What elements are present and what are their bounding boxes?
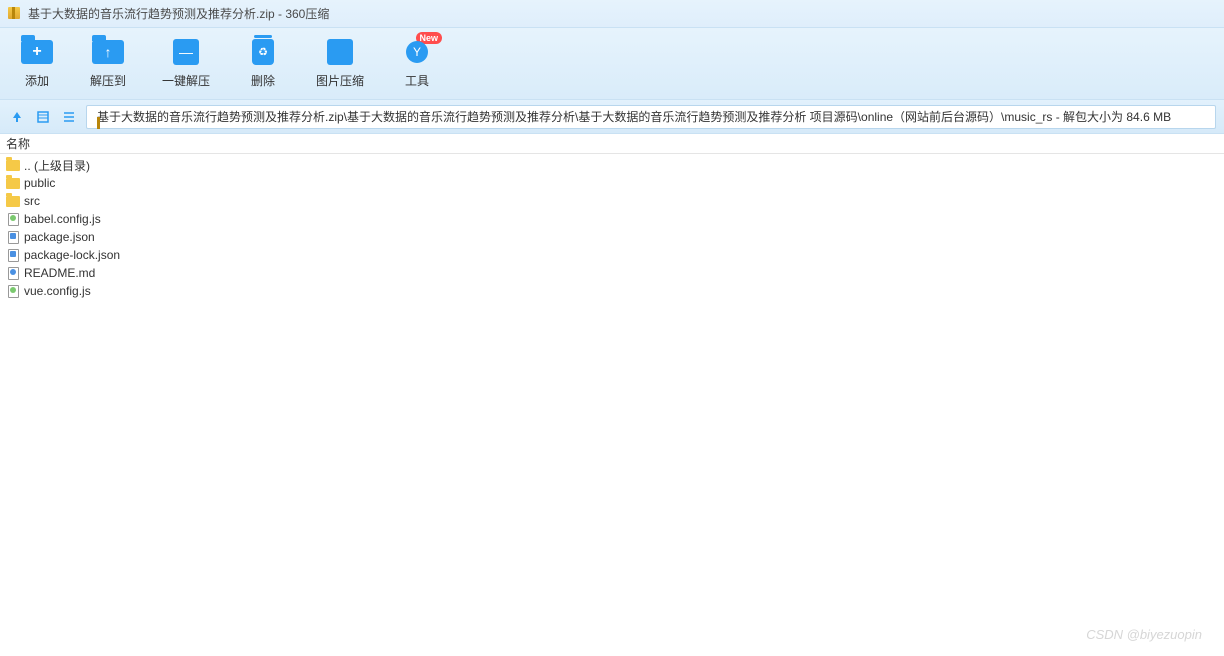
file-name: README.md (24, 266, 95, 280)
json-file-icon (6, 230, 20, 244)
watermark: CSDN @biyezuopin (1086, 627, 1202, 642)
add-icon: + (20, 38, 54, 66)
file-name: public (24, 176, 55, 190)
list-item[interactable]: public (0, 174, 1224, 192)
one-click-extract-button[interactable]: — 一键解压 (162, 38, 210, 89)
add-button[interactable]: + 添加 (20, 38, 54, 89)
tools-button[interactable]: New Y 工具 (400, 38, 434, 89)
list-item[interactable]: .. (上级目录) (0, 156, 1224, 174)
file-name: package.json (24, 230, 95, 244)
pathbar: 基于大数据的音乐流行趋势预测及推荐分析.zip\基于大数据的音乐流行趋势预测及推… (0, 100, 1224, 134)
window-title: 基于大数据的音乐流行趋势预测及推荐分析.zip - 360压缩 (28, 5, 329, 22)
one-click-icon: — (169, 38, 203, 66)
delete-icon: ♻ (246, 38, 280, 66)
image-compress-button[interactable]: 图片压缩 (316, 38, 364, 89)
list-item[interactable]: README.md (0, 264, 1224, 282)
path-input[interactable]: 基于大数据的音乐流行趋势预测及推荐分析.zip\基于大数据的音乐流行趋势预测及推… (86, 105, 1216, 129)
list-item[interactable]: package-lock.json (0, 246, 1224, 264)
extract-to-label: 解压到 (90, 72, 126, 89)
list-item[interactable]: vue.config.js (0, 282, 1224, 300)
column-header-row: 名称 (0, 134, 1224, 154)
file-name: .. (上级目录) (24, 157, 90, 174)
folder-icon (6, 158, 20, 172)
list-item[interactable]: package.json (0, 228, 1224, 246)
file-name: src (24, 194, 40, 208)
delete-label: 删除 (251, 72, 275, 89)
folder-icon (6, 176, 20, 190)
file-name: vue.config.js (24, 284, 91, 298)
add-label: 添加 (25, 72, 49, 89)
extract-to-icon: ↑ (91, 38, 125, 66)
view-list-button[interactable] (60, 108, 78, 126)
path-text: 基于大数据的音乐流行趋势预测及推荐分析.zip\基于大数据的音乐流行趋势预测及推… (97, 108, 1171, 125)
view-details-button[interactable] (34, 108, 52, 126)
js-file-icon (6, 212, 20, 226)
extract-to-button[interactable]: ↑ 解压到 (90, 38, 126, 89)
list-item[interactable]: babel.config.js (0, 210, 1224, 228)
file-name: package-lock.json (24, 248, 120, 262)
image-compress-label: 图片压缩 (316, 72, 364, 89)
archive-icon (8, 7, 22, 21)
file-list: .. (上级目录) public src babel.config.js pac… (0, 154, 1224, 302)
json-file-icon (6, 248, 20, 262)
folder-icon (6, 194, 20, 208)
column-name[interactable]: 名称 (6, 135, 30, 152)
toolbar: + 添加 ↑ 解压到 — 一键解压 ♻ 删除 图片压缩 New Y 工具 (0, 28, 1224, 100)
js-file-icon (6, 284, 20, 298)
nav-up-button[interactable] (8, 108, 26, 126)
image-compress-icon (323, 38, 357, 66)
file-name: babel.config.js (24, 212, 101, 226)
tools-label: 工具 (405, 72, 429, 89)
list-item[interactable]: src (0, 192, 1224, 210)
one-click-label: 一键解压 (162, 72, 210, 89)
titlebar: 基于大数据的音乐流行趋势预测及推荐分析.zip - 360压缩 (0, 0, 1224, 28)
delete-button[interactable]: ♻ 删除 (246, 38, 280, 89)
md-file-icon (6, 266, 20, 280)
